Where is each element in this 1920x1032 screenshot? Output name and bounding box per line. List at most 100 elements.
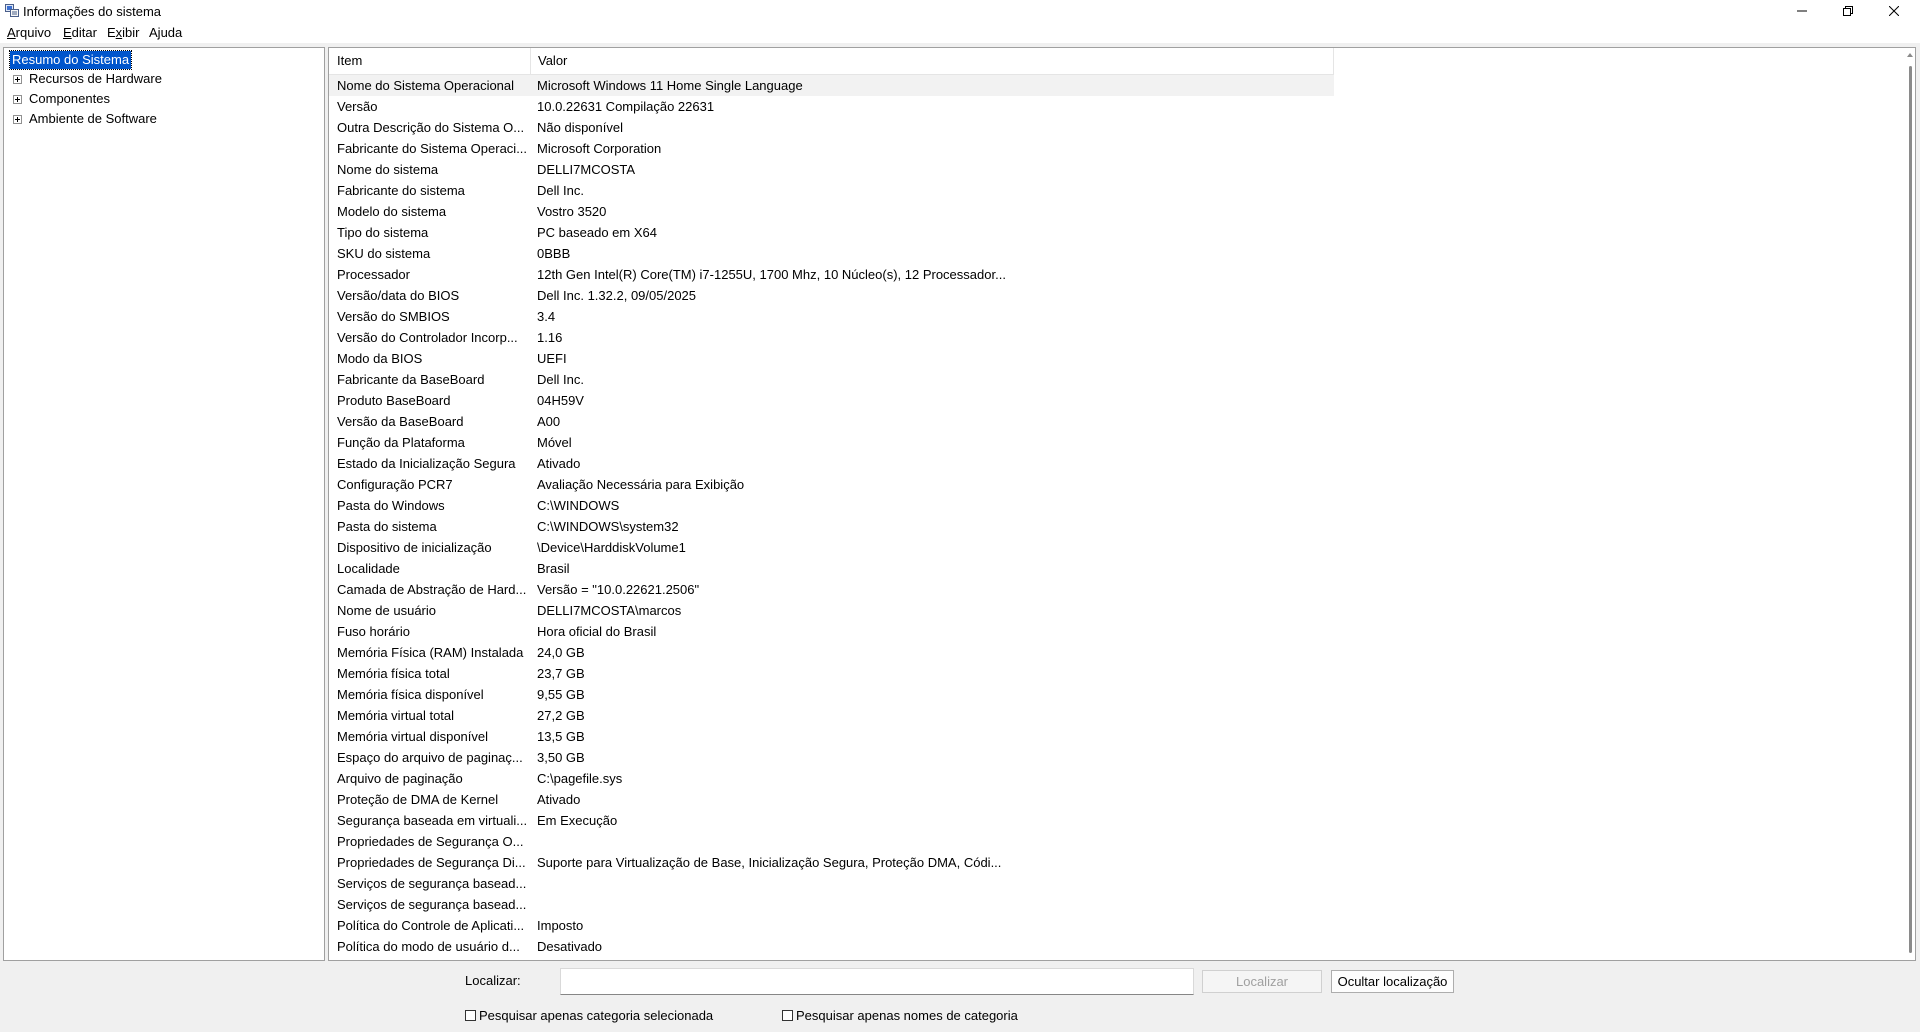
search-category-names-option[interactable]: Pesquisar apenas nomes de categoria xyxy=(782,1008,1018,1024)
table-row[interactable]: Pasta do sistema C:\WINDOWS\system32 xyxy=(329,516,1334,537)
table-row[interactable]: Memória física disponível 9,55 GB xyxy=(329,684,1334,705)
table-row[interactable]: Modelo do sistema Vostro 3520 xyxy=(329,201,1334,222)
column-divider[interactable] xyxy=(1333,48,1334,74)
tree-item-recursos-de-hardware[interactable]: Recursos de Hardware xyxy=(29,70,162,88)
row-item-cell: Modelo do sistema xyxy=(337,204,447,219)
row-value-cell: Brasil xyxy=(537,561,570,576)
expand-icon[interactable] xyxy=(13,95,22,104)
table-row[interactable]: Processador 12th Gen Intel(R) Core(TM) i7… xyxy=(329,264,1334,285)
column-header-valor[interactable]: Valor xyxy=(530,48,1333,74)
table-row[interactable]: Camada de Abstração de Hard... Versão = "… xyxy=(329,579,1334,600)
table-row[interactable]: Versão do Controlador Incorp... 1.16 xyxy=(329,327,1334,348)
row-value-cell: 3,50 GB xyxy=(537,750,585,765)
row-item-cell: Tipo do sistema xyxy=(337,225,429,240)
search-selected-category-label: Pesquisar apenas categoria selecionada xyxy=(479,1008,714,1023)
row-item-cell: Produto BaseBoard xyxy=(337,393,451,408)
menu-editar[interactable]: Editar xyxy=(63,25,97,40)
table-row[interactable]: Propriedades de Segurança Di... Suporte p… xyxy=(329,852,1334,873)
find-input[interactable] xyxy=(560,968,1194,995)
menu-arquivo[interactable]: Arquivo xyxy=(7,25,51,40)
table-row[interactable]: Configuração PCR7 Avaliação Necessária pa… xyxy=(329,474,1334,495)
tree-item-componentes[interactable]: Componentes xyxy=(29,90,110,108)
table-row[interactable]: Função da Plataforma Móvel xyxy=(329,432,1334,453)
row-value-cell: Imposto xyxy=(537,918,584,933)
table-row[interactable]: Serviços de segurança basead... xyxy=(329,894,1334,915)
row-item-cell: Nome de usuário xyxy=(337,603,436,618)
list-rows: Nome do Sistema Operacional Microsoft Win… xyxy=(329,75,1334,957)
row-item-cell: Fabricante da BaseBoard xyxy=(337,372,485,387)
table-row[interactable]: Fabricante da BaseBoard Dell Inc. xyxy=(329,369,1334,390)
row-item-cell: Versão da BaseBoard xyxy=(337,414,464,429)
table-row[interactable]: Modo da BIOS UEFI xyxy=(329,348,1334,369)
expand-icon[interactable] xyxy=(13,115,22,124)
find-button[interactable]: Localizar xyxy=(1202,970,1322,993)
table-row[interactable]: Versão/data do BIOS Dell Inc. 1.32.2, 09/… xyxy=(329,285,1334,306)
menu-exibir[interactable]: Exibir xyxy=(107,25,140,40)
row-item-cell: Localidade xyxy=(337,561,400,576)
table-row[interactable]: Arquivo de paginação C:\pagefile.sys xyxy=(329,768,1334,789)
row-value-cell: UEFI xyxy=(537,351,567,366)
close-icon xyxy=(1889,6,1899,16)
table-row[interactable]: Fabricante do Sistema Operaci... Microsof… xyxy=(329,138,1334,159)
row-item-cell: Modo da BIOS xyxy=(337,351,423,366)
row-item-cell: Pasta do sistema xyxy=(337,519,437,534)
row-value-cell: Dell Inc. 1.32.2, 09/05/2025 xyxy=(537,288,697,303)
table-row[interactable]: Memória virtual total 27,2 GB xyxy=(329,705,1334,726)
table-row[interactable]: Versão da BaseBoard A00 xyxy=(329,411,1334,432)
table-row[interactable]: Memória Física (RAM) Instalada 24,0 GB xyxy=(329,642,1334,663)
table-row[interactable]: Serviços de segurança basead... xyxy=(329,873,1334,894)
table-row[interactable]: Política do modo de usuário d... Desativa… xyxy=(329,936,1334,957)
table-row[interactable]: Nome de usuário DELLI7MCOSTA\marcos xyxy=(329,600,1334,621)
table-row[interactable]: Localidade Brasil xyxy=(329,558,1334,579)
row-item-cell: Propriedades de Segurança Di... xyxy=(337,855,526,870)
table-row[interactable]: Segurança baseada em virtuali... Em Execu… xyxy=(329,810,1334,831)
search-category-names-label: Pesquisar apenas nomes de categoria xyxy=(796,1008,1018,1023)
table-row[interactable]: Proteção de DMA de Kernel Ativado xyxy=(329,789,1334,810)
row-item-cell: Versão xyxy=(337,99,378,114)
table-row[interactable]: Nome do sistema DELLI7MCOSTA xyxy=(329,159,1334,180)
table-row[interactable]: Estado da Inicialização Segura Ativado xyxy=(329,453,1334,474)
column-header-item[interactable]: Item xyxy=(329,48,530,74)
minimize-button[interactable] xyxy=(1780,0,1824,22)
category-tree[interactable]: Resumo do Sistema Recursos de Hardware C… xyxy=(3,47,325,961)
hide-find-button[interactable]: Ocultar localização xyxy=(1331,970,1454,993)
tree-item-resumo-do-sistema[interactable]: Resumo do Sistema xyxy=(8,50,133,70)
table-row[interactable]: Memória virtual disponível 13,5 GB xyxy=(329,726,1334,747)
table-row[interactable]: Propriedades de Segurança O... xyxy=(329,831,1334,852)
table-row[interactable]: Dispositivo de inicialização \Device\Hard… xyxy=(329,537,1334,558)
table-row[interactable]: Memória física total 23,7 GB xyxy=(329,663,1334,684)
table-row[interactable]: Fuso horário Hora oficial do Brasil xyxy=(329,621,1334,642)
menu-ajuda[interactable]: Ajuda xyxy=(149,25,182,40)
table-row[interactable]: Espaço do arquivo de paginaç... 3,50 GB xyxy=(329,747,1334,768)
tree-item-ambiente-de-software[interactable]: Ambiente de Software xyxy=(29,110,157,128)
row-value-cell: Vostro 3520 xyxy=(537,204,607,219)
table-row[interactable]: Política do Controle de Aplicati... Impos… xyxy=(329,915,1334,936)
table-row[interactable]: Versão do SMBIOS 3.4 xyxy=(329,306,1334,327)
row-value-cell: DELLI7MCOSTA\marcos xyxy=(537,603,682,618)
search-selected-category-option[interactable]: Pesquisar apenas categoria selecionada xyxy=(465,1008,713,1024)
row-value-cell: Em Execução xyxy=(537,813,618,828)
table-row[interactable]: Produto BaseBoard 04H59V xyxy=(329,390,1334,411)
row-value-cell: DELLI7MCOSTA xyxy=(537,162,636,177)
row-value-cell: Suporte para Virtualização de Base, Inic… xyxy=(537,855,1002,870)
search-selected-category-checkbox[interactable] xyxy=(465,1010,476,1022)
row-value-cell: Microsoft Windows 11 Home Single Languag… xyxy=(537,78,803,93)
search-category-names-checkbox[interactable] xyxy=(782,1010,793,1022)
row-item-cell: Fabricante do sistema xyxy=(337,183,465,198)
details-list[interactable]: Item Valor Nome do Sistema Operacional Mi… xyxy=(328,47,1916,961)
vertical-scrollbar[interactable] xyxy=(1909,66,1912,953)
table-row[interactable]: Outra Descrição do Sistema O... Não dispo… xyxy=(329,117,1334,138)
table-row[interactable]: Versão 10.0.22631 Compilação 22631 xyxy=(329,96,1334,117)
row-item-cell: Função da Plataforma xyxy=(337,435,465,450)
expand-icon[interactable] xyxy=(13,75,22,84)
close-button[interactable] xyxy=(1872,0,1916,22)
scroll-up-arrow-icon[interactable] xyxy=(1907,53,1913,57)
table-row[interactable]: Tipo do sistema PC baseado em X64 xyxy=(329,222,1334,243)
row-value-cell: Avaliação Necessária para Exibição xyxy=(537,477,745,492)
table-row[interactable]: SKU do sistema 0BBB xyxy=(329,243,1334,264)
row-item-cell: Memória virtual disponível xyxy=(337,729,489,744)
table-row[interactable]: Nome do Sistema Operacional Microsoft Win… xyxy=(329,75,1334,96)
table-row[interactable]: Fabricante do sistema Dell Inc. xyxy=(329,180,1334,201)
restore-button[interactable] xyxy=(1826,0,1870,22)
table-row[interactable]: Pasta do Windows C:\WINDOWS xyxy=(329,495,1334,516)
